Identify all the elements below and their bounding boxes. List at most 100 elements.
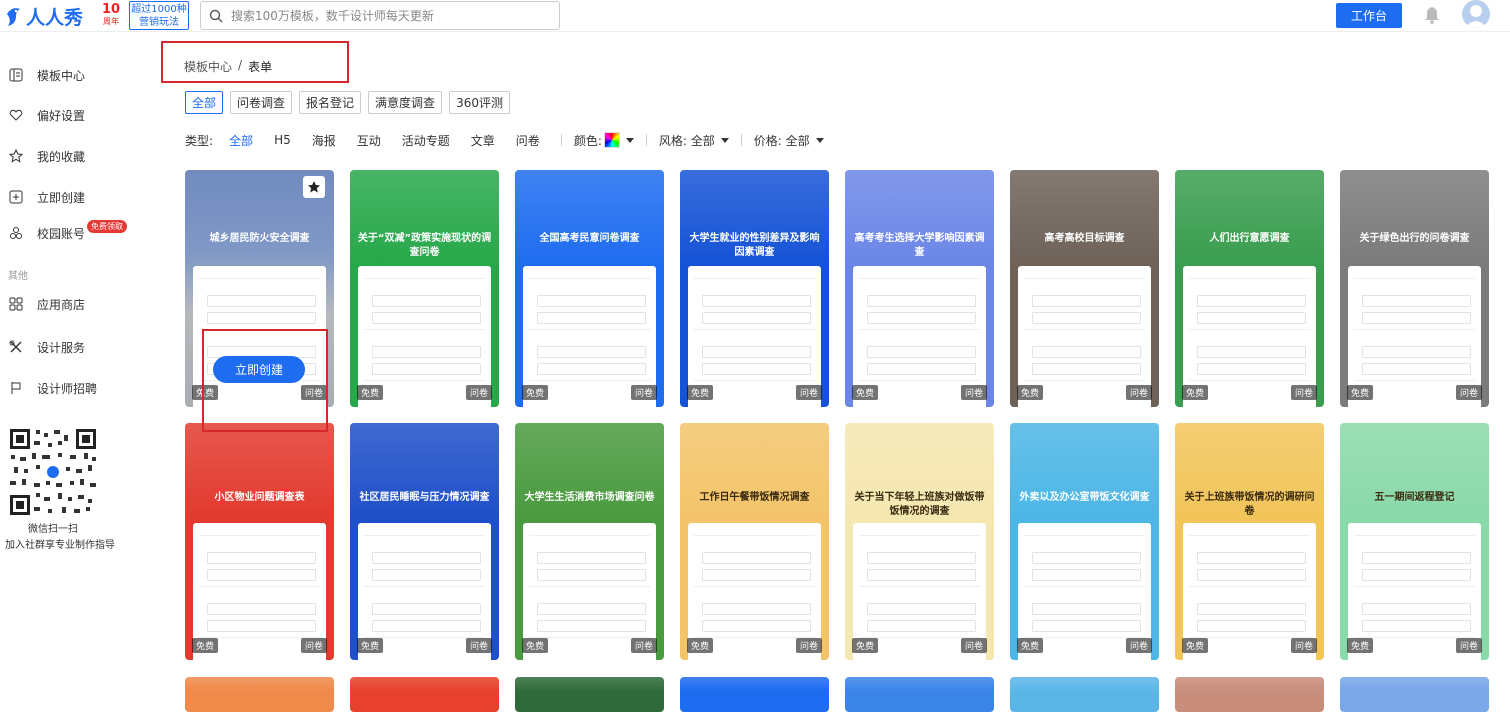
form-line bbox=[1362, 569, 1471, 581]
form-line bbox=[364, 380, 485, 381]
logo[interactable]: 人人秀 bbox=[4, 2, 83, 30]
template-card[interactable] bbox=[1340, 677, 1489, 712]
color-swatch bbox=[603, 132, 620, 148]
bell-icon[interactable] bbox=[1424, 6, 1440, 24]
card-title: 外卖以及办公室带饭文化调查 bbox=[1019, 492, 1150, 503]
search-input[interactable]: 搜索100万模板，数千设计师每天更新 bbox=[231, 7, 434, 24]
tag-360[interactable]: 360评测 bbox=[449, 91, 510, 114]
template-card[interactable]: 大学生生活消费市场调查问卷 免费 问卷 bbox=[515, 423, 664, 660]
form-line bbox=[1189, 535, 1310, 536]
sidebar-item-design-service[interactable]: 设计服务 bbox=[8, 337, 85, 357]
sidebar-item-campus[interactable]: 校园账号 bbox=[8, 223, 85, 243]
form-line bbox=[859, 278, 980, 279]
form-line bbox=[207, 552, 316, 564]
form-line bbox=[207, 295, 316, 307]
promo-badge[interactable]: 超过1000种 营销玩法 bbox=[129, 1, 189, 30]
template-card[interactable] bbox=[845, 677, 994, 712]
template-card[interactable]: 五一期间返程登记 免费 问卷 bbox=[1340, 423, 1489, 660]
breadcrumb: 模板中心 / 表单 bbox=[184, 58, 272, 75]
price-filter[interactable]: 价格: 全部 bbox=[754, 132, 824, 149]
template-card[interactable] bbox=[1010, 677, 1159, 712]
sidebar-item-create[interactable]: 立即创建 bbox=[8, 187, 85, 207]
template-card[interactable]: 全国高考民意问卷调查 免费 问卷 bbox=[515, 170, 664, 407]
category-tags: 全部 问卷调查 报名登记 满意度调查 360评测 bbox=[185, 91, 510, 114]
card-title: 高考考生选择大学影响因素调查 bbox=[854, 233, 985, 258]
template-card[interactable]: 社区居民睡眠与压力情况调查 免费 问卷 bbox=[350, 423, 499, 660]
template-card[interactable]: 工作日午餐带饭情况调查 免费 问卷 bbox=[680, 423, 829, 660]
form-line bbox=[364, 535, 485, 536]
template-card[interactable] bbox=[1175, 677, 1324, 712]
plus-square-icon bbox=[8, 189, 24, 205]
form-line bbox=[1197, 569, 1306, 581]
template-card[interactable] bbox=[185, 677, 334, 712]
type-option-poster[interactable]: 海报 bbox=[312, 132, 336, 149]
template-card[interactable]: 人们出行意愿调查 免费 问卷 bbox=[1175, 170, 1324, 407]
sidebar-item-favorites[interactable]: 我的收藏 bbox=[8, 146, 85, 166]
chevron-down-icon bbox=[720, 137, 729, 143]
form-line bbox=[867, 312, 976, 324]
template-card[interactable]: 关于绿色出行的问卷调查 免费 问卷 bbox=[1340, 170, 1489, 407]
type-option-survey[interactable]: 问卷 bbox=[516, 132, 540, 149]
type-option-h5[interactable]: H5 bbox=[274, 133, 291, 147]
favorite-button[interactable] bbox=[303, 176, 325, 198]
sidebar-item-template-center[interactable]: 模板中心 bbox=[8, 65, 85, 85]
price-filter-label: 价格: 全部 bbox=[753, 133, 810, 148]
template-card[interactable] bbox=[515, 677, 664, 712]
search-box[interactable]: 搜索100万模板，数千设计师每天更新 bbox=[200, 1, 560, 30]
form-line bbox=[867, 346, 976, 358]
tag-registration[interactable]: 报名登记 bbox=[299, 91, 362, 114]
sidebar-item-designer-recruit[interactable]: 设计师招聘 bbox=[8, 378, 97, 398]
form-line bbox=[1189, 329, 1310, 330]
color-filter[interactable]: 颜色: bbox=[574, 132, 634, 149]
template-card[interactable] bbox=[680, 677, 829, 712]
form-line bbox=[1024, 329, 1145, 330]
template-card[interactable]: 高考考生选择大学影响因素调查 免费 问卷 bbox=[845, 170, 994, 407]
card-title: 大学生生活消费市场调查问卷 bbox=[524, 492, 655, 503]
breadcrumb-root[interactable]: 模板中心 bbox=[184, 58, 232, 75]
type-option-all[interactable]: 全部 bbox=[229, 132, 253, 149]
sidebar-item-label: 模板中心 bbox=[37, 68, 86, 83]
form-line bbox=[372, 552, 481, 564]
breadcrumb-separator: / bbox=[238, 58, 243, 72]
form-line bbox=[529, 380, 650, 381]
form-line bbox=[1362, 346, 1471, 358]
card-title: 全国高考民意问卷调查 bbox=[539, 233, 640, 244]
qr-subcaption: 加入社群享专业制作指导 bbox=[5, 540, 115, 551]
avatar[interactable] bbox=[1462, 0, 1490, 28]
form-line bbox=[537, 295, 646, 307]
template-card[interactable]: 外卖以及办公室带饭文化调查 免费 问卷 bbox=[1010, 423, 1159, 660]
template-card[interactable]: 关于“双减”政策实施现状的调查问卷 免费 问卷 bbox=[350, 170, 499, 407]
type-option-event[interactable]: 活动专题 bbox=[402, 132, 450, 149]
tag-satisfaction[interactable]: 满意度调查 bbox=[368, 91, 443, 114]
promo-line1: 超过1000种 bbox=[131, 4, 187, 15]
form-line bbox=[207, 620, 316, 632]
tag-all[interactable]: 全部 bbox=[185, 91, 224, 114]
free-badge: 免费 bbox=[1182, 385, 1209, 400]
template-card[interactable]: 小区物业问题调查表 免费 问卷 bbox=[185, 423, 334, 660]
sidebar-item-app-store[interactable]: 应用商店 bbox=[8, 294, 85, 314]
template-card[interactable]: 大学生就业的性别差异及影响因素调查 免费 问卷 bbox=[680, 170, 829, 407]
form-line bbox=[372, 620, 481, 632]
form-line bbox=[199, 586, 320, 587]
free-badge: 免费 bbox=[522, 385, 549, 400]
form-line bbox=[702, 346, 811, 358]
template-card[interactable] bbox=[350, 677, 499, 712]
sidebar-item-preferences[interactable]: 偏好设置 bbox=[8, 105, 85, 125]
form-line bbox=[1354, 329, 1475, 330]
form-line bbox=[867, 620, 976, 632]
anniversary-number: 10 bbox=[101, 2, 121, 17]
template-card[interactable]: 高考高校目标调查 免费 问卷 bbox=[1010, 170, 1159, 407]
type-option-article[interactable]: 文章 bbox=[471, 132, 495, 149]
card-title: 人们出行意愿调查 bbox=[1209, 233, 1290, 244]
type-option-interactive[interactable]: 互动 bbox=[357, 132, 381, 149]
workbench-button[interactable]: 工作台 bbox=[1336, 3, 1402, 28]
form-line bbox=[529, 278, 650, 279]
form-line bbox=[1197, 312, 1306, 324]
type-badge: 问卷 bbox=[1455, 385, 1482, 400]
logo-bird-icon bbox=[7, 8, 20, 26]
template-card[interactable]: 关于上班族带饭情况的调研问卷 免费 问卷 bbox=[1175, 423, 1324, 660]
style-filter[interactable]: 风格: 全部 bbox=[659, 132, 729, 149]
tag-survey[interactable]: 问卷调查 bbox=[230, 91, 293, 114]
template-card[interactable]: 关于当下年轻上班族对做饭带饭情况的调查 免费 问卷 bbox=[845, 423, 994, 660]
card-title: 城乡居民防火安全调查 bbox=[209, 233, 310, 244]
